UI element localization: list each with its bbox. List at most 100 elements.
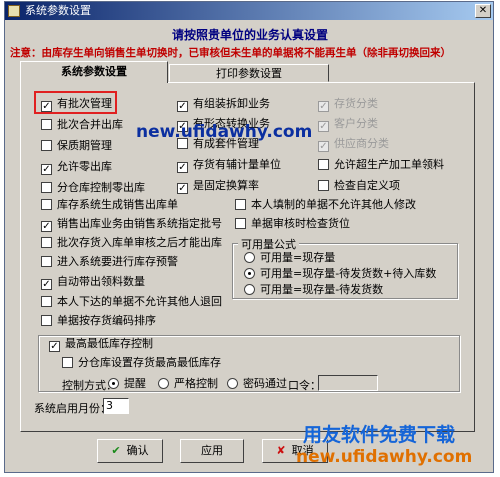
no-modify-others-checkbox[interactable]: 本人下达的单据不允许其他人退回 [41, 295, 222, 308]
sales-out-batch-checkbox[interactable]: ✓ 销售出库业务由销售系统指定批号 [41, 217, 222, 232]
close-icon[interactable]: ✕ [475, 4, 491, 18]
shelf-life-checkbox[interactable]: 保质期管理 [41, 139, 112, 152]
formula-option-2[interactable]: 可用量=现存量-待发货数+待入库数 [244, 267, 436, 280]
watermark-site-bottom: new.ufidawhy.com [296, 447, 473, 467]
control-strict-radio[interactable]: 严格控制 [158, 377, 218, 390]
check-location-checkbox[interactable]: 单据审核时检查货位 [235, 217, 350, 230]
highlight-box [34, 91, 117, 114]
formula-option-1[interactable]: 可用量=现存量 [244, 251, 335, 264]
watermark-site: new.ufidawhy.com [136, 122, 313, 142]
checkbox-label: 分仓库设置存货最高最低库存 [78, 356, 221, 369]
checkbox-box[interactable] [41, 296, 52, 307]
checkbox-label: 存货有辅计量单位 [193, 158, 281, 171]
start-month-label: 系统启用月份： [34, 402, 111, 415]
radio-dot[interactable] [244, 268, 255, 279]
inv-category-checkbox: ✓ 存货分类 [318, 97, 378, 112]
checkbox-box: ✓ [318, 141, 329, 152]
stock-warning-checkbox[interactable]: 进入系统要进行库存预警 [41, 255, 178, 268]
control-password-radio[interactable]: 密码通过 [227, 377, 287, 390]
checkbox-box[interactable]: ✓ [49, 341, 60, 352]
custom-check-checkbox[interactable]: 检查自定义项 [318, 179, 400, 192]
checkbox-box[interactable] [235, 199, 246, 210]
checkbox-label: 库存系统生成销售出库单 [57, 198, 178, 211]
notice-text: 注意：由库存生单向销售生单切换时，已审核但未生单的单据将不能再生单（除非再切换回… [10, 47, 451, 59]
checkbox-label: 客户分类 [334, 117, 378, 130]
password-input[interactable] [318, 375, 378, 391]
checkbox-label: 分仓库控制零出库 [57, 181, 145, 194]
checkbox-box[interactable] [41, 237, 52, 248]
control-remind-radio[interactable]: 提醒 [108, 377, 146, 390]
checkbox-label: 单据审核时检查货位 [251, 217, 350, 230]
batch-after-audit-checkbox[interactable]: 批次存货入库单审核之后才能出库 [41, 236, 222, 249]
tab-print-params[interactable]: 打印参数设置 [169, 64, 329, 82]
checkbox-label: 存货分类 [334, 97, 378, 110]
checkbox-label: 允许零出库 [57, 160, 112, 173]
checkbox-box[interactable]: ✓ [41, 221, 52, 232]
checkbox-label: 是固定换算率 [193, 179, 259, 192]
radio-dot[interactable] [158, 378, 169, 389]
checkbox-box[interactable] [41, 315, 52, 326]
checkbox-box[interactable]: ✓ [177, 162, 188, 173]
watermark-download: 用友软件免费下载 [303, 424, 456, 446]
assembly-checkbox[interactable]: ✓ 有组装拆卸业务 [177, 97, 270, 112]
checkbox-box[interactable] [318, 180, 329, 191]
branch-zero-out-checkbox[interactable]: 分仓库控制零出库 [41, 181, 145, 194]
start-month-input[interactable]: 3 [103, 398, 129, 414]
auto-qty-checkbox[interactable]: ✓ 自动带出领料数量 [41, 275, 145, 290]
checkbox-label: 销售出库业务由销售系统指定批号 [57, 217, 222, 230]
radio-dot[interactable] [244, 284, 255, 295]
checkbox-box[interactable] [41, 140, 52, 151]
checkbox-box[interactable] [41, 256, 52, 267]
checkbox-label: 允许超生产加工单领料 [334, 158, 444, 171]
radio-dot[interactable] [244, 252, 255, 263]
radio-label: 可用量=现存量-待发货数+待入库数 [260, 267, 437, 280]
checkbox-label: 本人下达的单据不允许其他人退回 [57, 295, 222, 308]
min-stock-ctrl-checkbox[interactable]: ✓ 最高最低库存控制 [46, 337, 156, 352]
radio-dot[interactable] [227, 378, 238, 389]
checkbox-label: 有组装拆卸业务 [193, 97, 270, 110]
over-production-checkbox[interactable]: 允许超生产加工单领料 [318, 158, 444, 171]
aux-unit-checkbox[interactable]: ✓ 存货有辅计量单位 [177, 158, 281, 173]
checkbox-box[interactable]: ✓ [41, 164, 52, 175]
password-label: 口令： [288, 379, 321, 392]
ok-button-label: 确认 [126, 444, 149, 457]
radio-label: 密码通过 [243, 377, 287, 390]
apply-button-label: 应用 [201, 444, 223, 457]
checkbox-label: 保质期管理 [57, 139, 112, 152]
checkbox-box[interactable] [235, 218, 246, 229]
checkbox-box[interactable] [62, 357, 73, 368]
checkbox-label: 检查自定义项 [334, 179, 400, 192]
cust-category-checkbox: ✓ 客户分类 [318, 117, 378, 132]
sort-by-code-checkbox[interactable]: 单据按存货编码排序 [41, 314, 156, 327]
checkbox-box[interactable] [318, 159, 329, 170]
no-modify-filled-checkbox[interactable]: 本人填制的单据不允许其他人修改 [235, 198, 416, 211]
gen-sales-out-checkbox[interactable]: 库存系统生成销售出库单 [41, 198, 178, 211]
checkbox-box[interactable]: ✓ [177, 101, 188, 112]
checkbox-label: 供应商分类 [334, 137, 389, 150]
allow-zero-out-checkbox[interactable]: ✓ 允许零出库 [41, 160, 112, 175]
checkbox-label: 批次合并出库 [57, 118, 123, 131]
formula-option-3[interactable]: 可用量=现存量-待发货数 [244, 283, 383, 296]
radio-dot[interactable] [108, 378, 119, 389]
checkbox-box[interactable] [41, 199, 52, 210]
checkbox-box: ✓ [318, 101, 329, 112]
radio-label: 提醒 [124, 377, 146, 390]
branch-min-stock-checkbox[interactable]: 分仓库设置存货最高最低库存 [62, 356, 221, 369]
checkbox-box[interactable] [41, 119, 52, 130]
radio-label: 可用量=现存量-待发货数 [260, 283, 384, 296]
apply-button[interactable]: 应用 [180, 439, 244, 463]
checkbox-box[interactable] [41, 182, 52, 193]
fixed-rate-checkbox[interactable]: ✓ 是固定换算率 [177, 179, 259, 194]
radio-label: 可用量=现存量 [260, 251, 336, 264]
batch-merge-out-checkbox[interactable]: 批次合并出库 [41, 118, 123, 131]
checkbox-label: 自动带出领料数量 [57, 275, 145, 288]
check-icon: ✔ [111, 444, 121, 457]
tab-system-params[interactable]: 系统参数设置 [20, 61, 168, 83]
checkbox-label: 本人填制的单据不允许其他人修改 [251, 198, 416, 211]
checkbox-box[interactable]: ✓ [177, 183, 188, 194]
app-icon [8, 5, 20, 17]
vendor-category-checkbox: ✓ 供应商分类 [318, 137, 389, 152]
available-formula-title: 可用量公式 [238, 236, 299, 252]
checkbox-box[interactable]: ✓ [41, 279, 52, 290]
ok-button[interactable]: ✔ 确认 [97, 439, 163, 463]
